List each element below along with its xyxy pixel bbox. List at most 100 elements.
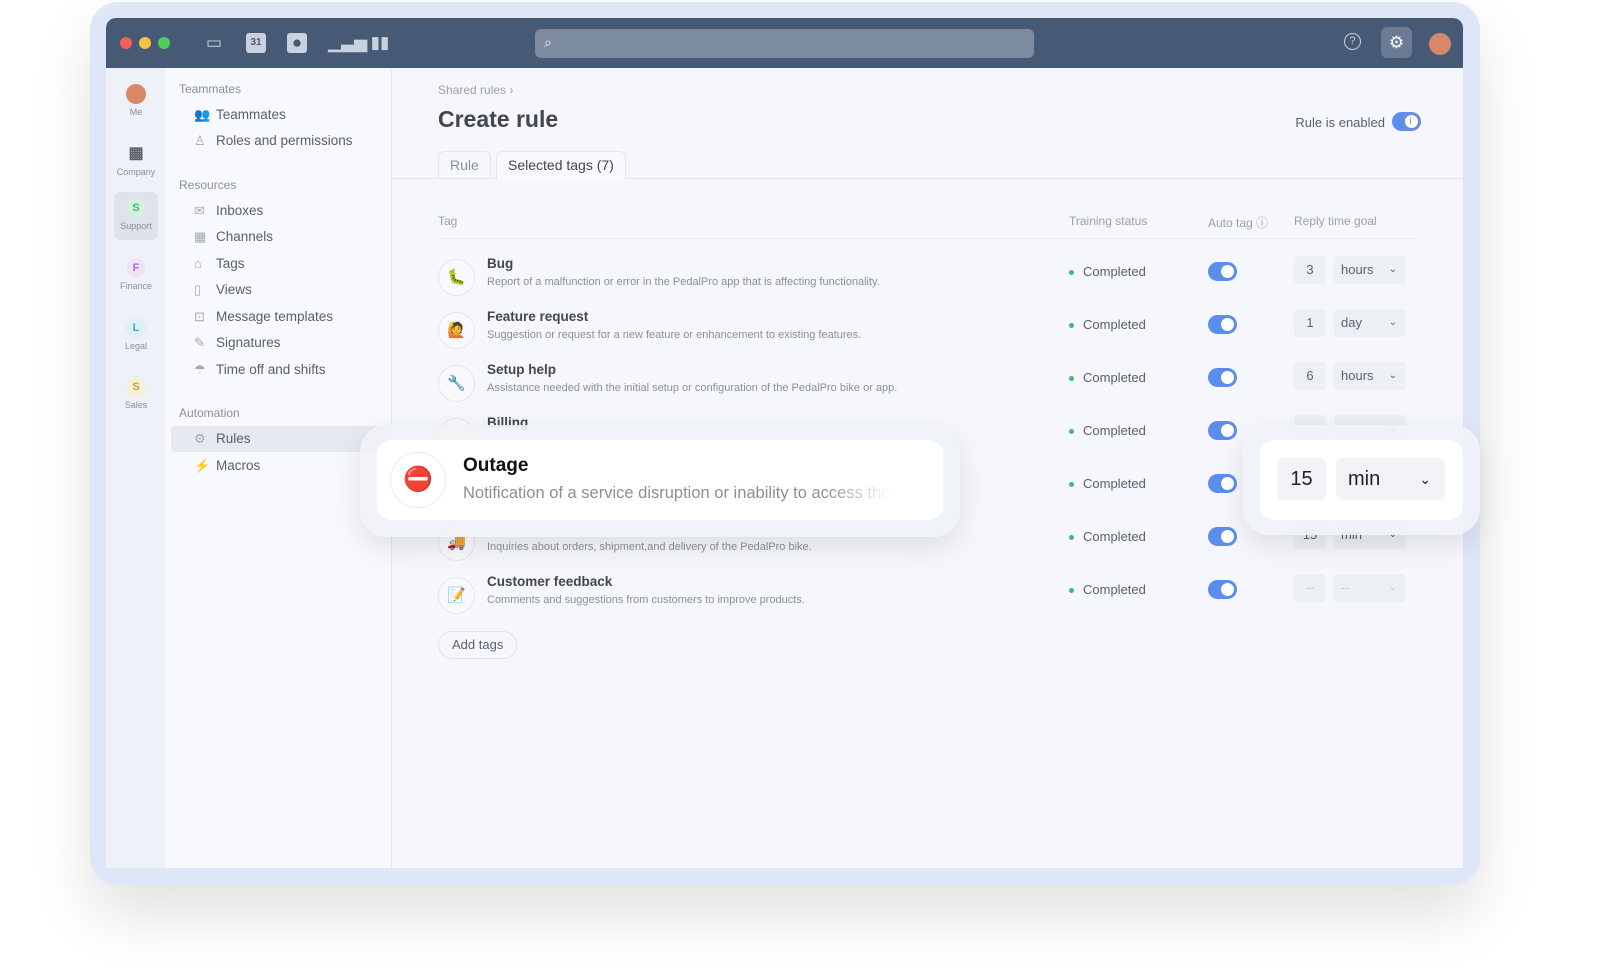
outage-tag-card[interactable]: ⛔ Outage Notification of a service disru… bbox=[377, 440, 943, 520]
reply-goal-card: 15 min ⌄ bbox=[1260, 440, 1463, 520]
sidebar-item-rules[interactable]: ⚙ Rules bbox=[171, 426, 391, 452]
auto-tag-toggle[interactable] bbox=[1208, 368, 1237, 387]
unit-value: hours bbox=[1341, 368, 1374, 383]
finance-badge: F bbox=[126, 258, 146, 278]
lightning-icon: ⚡ bbox=[194, 458, 211, 473]
item-label: Signatures bbox=[216, 335, 281, 350]
inbox-icon[interactable]: ▭ bbox=[204, 33, 224, 53]
tag-name: Bug bbox=[487, 256, 514, 271]
tag-description: Suggestion or request for a new feature … bbox=[487, 329, 862, 341]
sidebar-item-views[interactable]: ▯ Views bbox=[171, 277, 391, 303]
rail-label: Me bbox=[129, 107, 143, 117]
tag-emoji-icon: 🙋 bbox=[438, 312, 475, 349]
unit-value: -- bbox=[1341, 580, 1350, 595]
gear-icon: ⚙ bbox=[194, 431, 206, 446]
training-status: Completed bbox=[1069, 264, 1146, 279]
goal-unit-select[interactable]: min ⌄ bbox=[1336, 458, 1445, 500]
sidebar-item-teammates[interactable]: 👥 Teammates bbox=[171, 102, 391, 128]
help-icon[interactable]: ? bbox=[1344, 33, 1361, 50]
pen-icon: ✎ bbox=[194, 335, 205, 350]
tag-popover: ⛔ Outage Notification of a service disru… bbox=[360, 425, 960, 537]
calendar-icon[interactable]: 31 bbox=[246, 33, 266, 53]
sidebar-item-signatures[interactable]: ✎ Signatures bbox=[171, 330, 391, 356]
reply-goal-number[interactable]: -- bbox=[1294, 574, 1326, 602]
column-auto-tag: Auto tag ⓘ bbox=[1208, 214, 1268, 231]
page-title: Create rule bbox=[438, 106, 559, 132]
reply-goal-unit[interactable]: hours ⌄ bbox=[1334, 362, 1406, 390]
training-status: Completed bbox=[1069, 370, 1146, 385]
training-status: Completed bbox=[1069, 423, 1146, 438]
sidebar-item-tags[interactable]: ⌂ Tags bbox=[171, 251, 391, 277]
tab-selected-tags[interactable]: Selected tags (7) bbox=[496, 151, 626, 179]
column-tag: Tag bbox=[438, 214, 458, 228]
auto-tag-toggle[interactable] bbox=[1208, 527, 1237, 546]
reply-goal-unit[interactable]: day ⌄ bbox=[1334, 309, 1406, 337]
rail-label: Support bbox=[120, 221, 152, 231]
sidebar-item-macros[interactable]: ⚡ Macros bbox=[171, 453, 391, 479]
unit-value: day bbox=[1341, 315, 1362, 330]
user-avatar[interactable] bbox=[1429, 33, 1451, 55]
item-label: Inboxes bbox=[216, 203, 264, 218]
settings-gear-icon[interactable]: ⚙ bbox=[1381, 27, 1412, 58]
tag-name: Feature request bbox=[487, 309, 589, 324]
breadcrumb-link[interactable]: Shared rules bbox=[438, 83, 506, 97]
reply-goal-number[interactable]: 6 bbox=[1294, 362, 1326, 390]
tag-description: Comments and suggestions from customers … bbox=[487, 594, 805, 606]
sidebar-item-time-off[interactable]: ☂ Time off and shifts bbox=[171, 357, 391, 383]
umbrella-icon: ☂ bbox=[194, 362, 206, 377]
chevron-down-icon: ⌄ bbox=[1388, 582, 1397, 593]
reply-goal-number[interactable]: 3 bbox=[1294, 256, 1326, 284]
chevron-down-icon: ⌄ bbox=[1388, 317, 1397, 328]
tag-name: Setup help bbox=[487, 362, 557, 377]
rail-item-sales[interactable]: S Sales bbox=[114, 371, 158, 419]
section-resources: Resources bbox=[179, 178, 237, 192]
sales-badge: S bbox=[126, 377, 146, 397]
column-reply-time-goal: Reply time goal bbox=[1294, 214, 1377, 228]
rail-label: Company bbox=[116, 167, 156, 177]
breadcrumb[interactable]: Shared rules › bbox=[438, 83, 513, 97]
reply-goal-unit[interactable]: hours ⌄ bbox=[1334, 256, 1406, 284]
goal-number-input[interactable]: 15 bbox=[1277, 458, 1326, 500]
tag-emoji-icon: 📝 bbox=[438, 577, 475, 614]
contacts-icon[interactable]: ● bbox=[287, 33, 307, 53]
tag-name: Customer feedback bbox=[487, 574, 613, 589]
auto-tag-toggle[interactable] bbox=[1208, 580, 1237, 599]
auto-tag-toggle[interactable] bbox=[1208, 262, 1237, 281]
auto-tag-toggle[interactable] bbox=[1208, 315, 1237, 334]
minimize-button[interactable] bbox=[139, 37, 151, 49]
settings-sidebar: Teammates 👥 Teammates ♙ Roles and permissi… bbox=[166, 68, 392, 868]
auto-tag-toggle[interactable] bbox=[1208, 421, 1237, 440]
header-divider bbox=[438, 238, 1418, 239]
search-input[interactable]: ⌕ bbox=[535, 29, 1034, 58]
tag-row: 📝 Customer feedback Comments and suggest… bbox=[438, 574, 1418, 624]
tab-rule[interactable]: Rule bbox=[438, 151, 491, 179]
views-icon: ▯ bbox=[194, 282, 202, 297]
maximize-button[interactable] bbox=[158, 37, 170, 49]
rail-item-company[interactable]: ▦ Company bbox=[114, 138, 158, 186]
rail-item-legal[interactable]: L Legal bbox=[114, 312, 158, 360]
info-icon[interactable]: i bbox=[1402, 113, 1419, 130]
analytics-icon[interactable]: ▁▃▅ bbox=[328, 33, 367, 53]
rail-item-support[interactable]: S Support bbox=[114, 192, 158, 240]
sidebar-item-inboxes[interactable]: ✉ Inboxes bbox=[171, 198, 391, 224]
rail-item-finance[interactable]: F Finance bbox=[114, 252, 158, 300]
tag-name: Outage bbox=[463, 455, 529, 476]
rail-item-me[interactable]: Me bbox=[114, 78, 158, 126]
reply-goal-number[interactable]: 1 bbox=[1294, 309, 1326, 337]
inbox-icon: ✉ bbox=[194, 203, 205, 218]
reply-goal-unit[interactable]: -- ⌄ bbox=[1334, 574, 1406, 602]
sidebar-item-channels[interactable]: ▦ Channels bbox=[171, 224, 391, 250]
close-button[interactable] bbox=[120, 37, 132, 49]
tag-row: 🐛 Bug Report of a malfunction or error i… bbox=[438, 256, 1418, 306]
unit-value: hours bbox=[1341, 262, 1374, 277]
sidebar-item-message-templates[interactable]: ⊡ Message templates bbox=[171, 304, 391, 330]
info-icon[interactable]: ⓘ bbox=[1256, 216, 1268, 230]
workspace-rail: Me ▦ Company S Support F Finance L Legal S Sa… bbox=[106, 68, 166, 868]
auto-tag-toggle[interactable] bbox=[1208, 474, 1237, 493]
tag-description: Notification of a service disruption or … bbox=[463, 484, 891, 502]
book-icon[interactable]: ▮▮ bbox=[370, 33, 390, 53]
building-icon: ▦ bbox=[128, 145, 144, 162]
training-status: Completed bbox=[1069, 529, 1146, 544]
add-tags-button[interactable]: Add tags bbox=[438, 631, 518, 659]
sidebar-item-roles[interactable]: ♙ Roles and permissions bbox=[171, 128, 391, 154]
